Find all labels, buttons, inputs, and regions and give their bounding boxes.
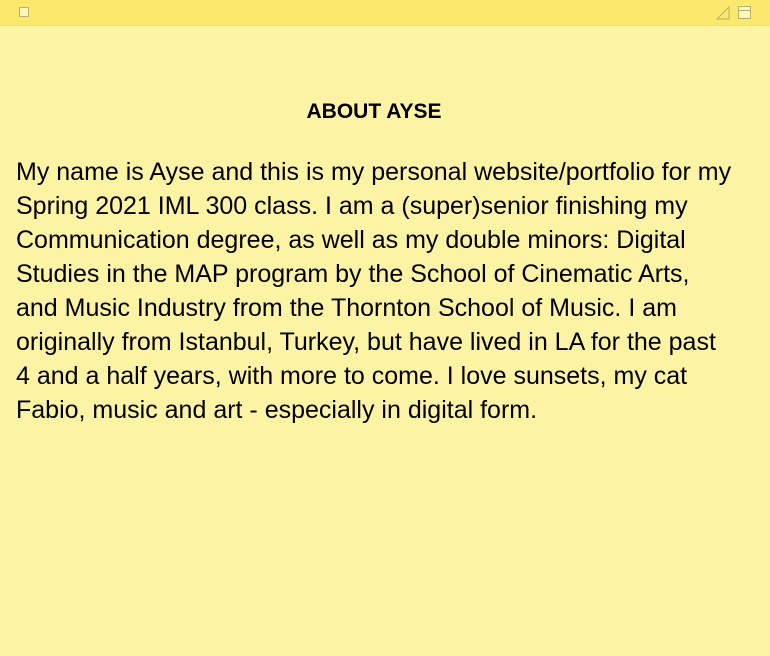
note-heading: ABOUT AYSE <box>306 100 442 123</box>
note-content[interactable]: ABOUT AYSE My name is Ayse and this is m… <box>16 98 736 427</box>
close-icon[interactable] <box>19 7 29 17</box>
note-body-text: My name is Ayse and this is my personal … <box>16 158 732 424</box>
title-bar[interactable] <box>0 0 770 26</box>
sticky-note-window: ABOUT AYSE My name is Ayse and this is m… <box>0 0 770 656</box>
resize-triangle-icon[interactable] <box>716 6 730 20</box>
collapse-icon[interactable] <box>738 6 751 19</box>
